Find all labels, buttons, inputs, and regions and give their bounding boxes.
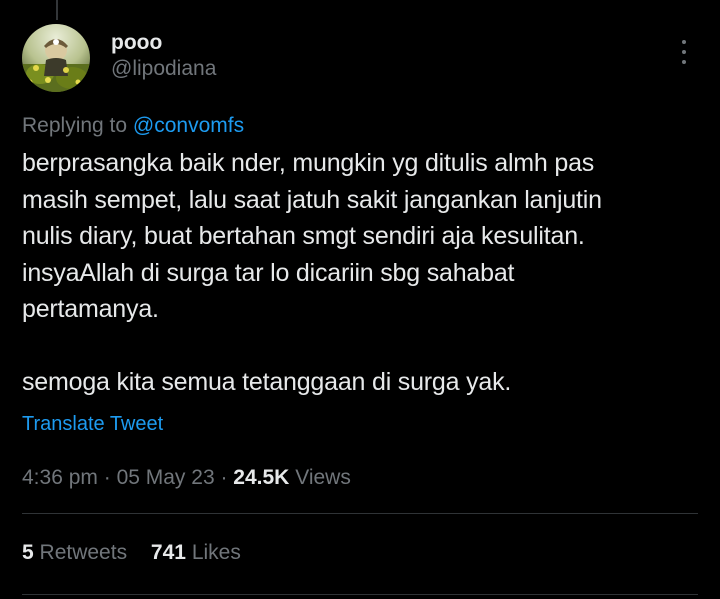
more-vertical-icon-dot: [682, 60, 686, 64]
tweet-text-line: masih sempet, lalu saat jatuh sakit jang…: [22, 185, 602, 214]
views-label: Views: [295, 466, 351, 489]
retweets-stat-link[interactable]: 5 Retweets: [22, 540, 127, 566]
tweet-time[interactable]: 4:36 pm: [22, 466, 98, 489]
author-display-name[interactable]: pooo: [111, 30, 162, 56]
meta-separator: ·: [97, 466, 117, 489]
meta-separator: ·: [214, 466, 234, 489]
likes-count: 741: [150, 541, 186, 564]
replying-to-prefix: Replying to: [22, 114, 128, 137]
tweet-stats: 5 Retweets 741 Likes: [22, 540, 241, 566]
replying-to-mention-link[interactable]: @convomfs: [133, 114, 244, 137]
likes-label: Likes: [191, 541, 241, 564]
retweets-count: 5: [22, 541, 34, 564]
divider: [22, 513, 698, 514]
tweet-meta: 4:36 pm · 05 May 23 · 24.5K Views: [22, 465, 351, 491]
more-vertical-icon-dot: [682, 50, 686, 54]
tweet-text-line: insyaAllah di surga tar lo dicariin sbg …: [22, 258, 515, 287]
views-count: 24.5K: [233, 466, 290, 489]
tweet-text-line: nulis diary, buat bertahan smgt sendiri …: [22, 222, 585, 250]
divider: [22, 594, 698, 595]
more-vertical-icon: [682, 40, 686, 44]
tweet-text-line: semoga kita semua tetanggaan di surga ya…: [22, 368, 512, 396]
avatar-image: [22, 24, 90, 92]
tweet-text-line: pertamanya.: [22, 295, 159, 323]
tweet-text-line: berprasangka baik nder, mungkin yg ditul…: [22, 149, 595, 177]
likes-stat-link[interactable]: 741 Likes: [151, 540, 241, 566]
thread-connector-line: [56, 0, 58, 20]
replying-to: Replying to @convomfs: [22, 113, 244, 139]
tweet-date[interactable]: 05 May 23: [117, 466, 215, 489]
author-handle[interactable]: @lipodiana: [111, 56, 216, 82]
more-options-button[interactable]: [672, 38, 696, 66]
retweets-label: Retweets: [39, 541, 128, 564]
avatar[interactable]: [22, 24, 90, 92]
tweet-text: berprasangka baik nder, mungkin yg ditul…: [22, 145, 712, 401]
translate-tweet-link[interactable]: Translate Tweet: [22, 412, 163, 436]
